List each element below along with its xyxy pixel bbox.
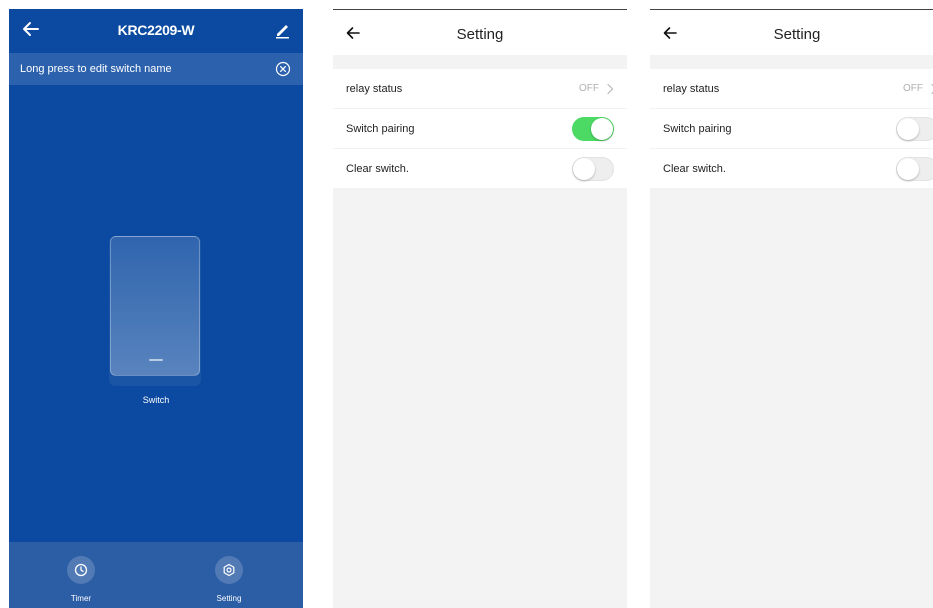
toggle-knob: [897, 118, 919, 140]
toggle-knob: [573, 158, 595, 180]
settings-title: Setting: [456, 26, 504, 43]
settings-screen-b: Setting relay status OFF Switch pairing …: [650, 9, 933, 608]
section-gap: [650, 55, 933, 69]
relay-status-value: OFF: [903, 83, 923, 94]
settings-header: Setting: [650, 10, 933, 55]
clear-switch-row: Clear switch.: [650, 149, 933, 188]
nav-setting-circle: [215, 556, 243, 584]
chevron-right-icon: [607, 83, 614, 95]
device-header: KRC2209-W: [9, 9, 303, 53]
settings-title: Setting: [773, 26, 821, 43]
clear-switch-toggle[interactable]: [896, 157, 933, 181]
device-title: KRC2209-W: [117, 22, 195, 38]
relay-status-value: OFF: [579, 83, 599, 94]
clock-icon: [74, 563, 88, 577]
switch-pairing-toggle[interactable]: [896, 117, 933, 141]
clear-switch-toggle[interactable]: [572, 157, 614, 181]
settings-header: Setting: [333, 10, 627, 55]
nav-timer[interactable]: Timer: [51, 556, 111, 603]
toggle-knob: [897, 158, 919, 180]
clear-switch-label: Clear switch.: [346, 163, 409, 175]
close-icon[interactable]: [275, 61, 291, 77]
relay-status-row[interactable]: relay status OFF: [650, 69, 933, 109]
settings-icon: [223, 563, 235, 577]
settings-list: relay status OFF Switch pairing Clear sw…: [650, 69, 933, 188]
nav-setting-label: Setting: [216, 594, 242, 603]
switch-label: Switch: [142, 395, 170, 405]
switch-pairing-toggle[interactable]: [572, 117, 614, 141]
clear-switch-label: Clear switch.: [663, 163, 726, 175]
bottom-nav: Timer Setting: [9, 542, 303, 608]
nav-setting[interactable]: Setting: [199, 556, 259, 603]
relay-status-label: relay status: [663, 83, 720, 95]
switch-pairing-label: Switch pairing: [346, 123, 415, 135]
switch-indicator: [149, 359, 163, 361]
switch-pairing-label: Switch pairing: [663, 123, 732, 135]
section-gap: [333, 55, 627, 69]
switch-button[interactable]: [110, 236, 200, 376]
edit-pencil-icon[interactable]: [273, 21, 291, 39]
hint-text: Long press to edit switch name: [20, 63, 172, 75]
relay-status-row[interactable]: relay status OFF: [333, 69, 627, 109]
switch-pairing-row: Switch pairing: [333, 109, 627, 149]
nav-timer-circle: [67, 556, 95, 584]
device-screen: KRC2209-W Long press to edit switch name…: [9, 9, 303, 608]
settings-screen-a: Setting relay status OFF Switch pairing …: [333, 9, 627, 608]
nav-timer-label: Timer: [70, 594, 92, 603]
settings-list: relay status OFF Switch pairing Clear sw…: [333, 69, 627, 188]
clear-switch-row: Clear switch.: [333, 149, 627, 188]
toggle-knob: [591, 118, 613, 140]
relay-status-label: relay status: [346, 83, 403, 95]
switch-pairing-row: Switch pairing: [650, 109, 933, 149]
hint-banner: Long press to edit switch name: [9, 53, 303, 85]
